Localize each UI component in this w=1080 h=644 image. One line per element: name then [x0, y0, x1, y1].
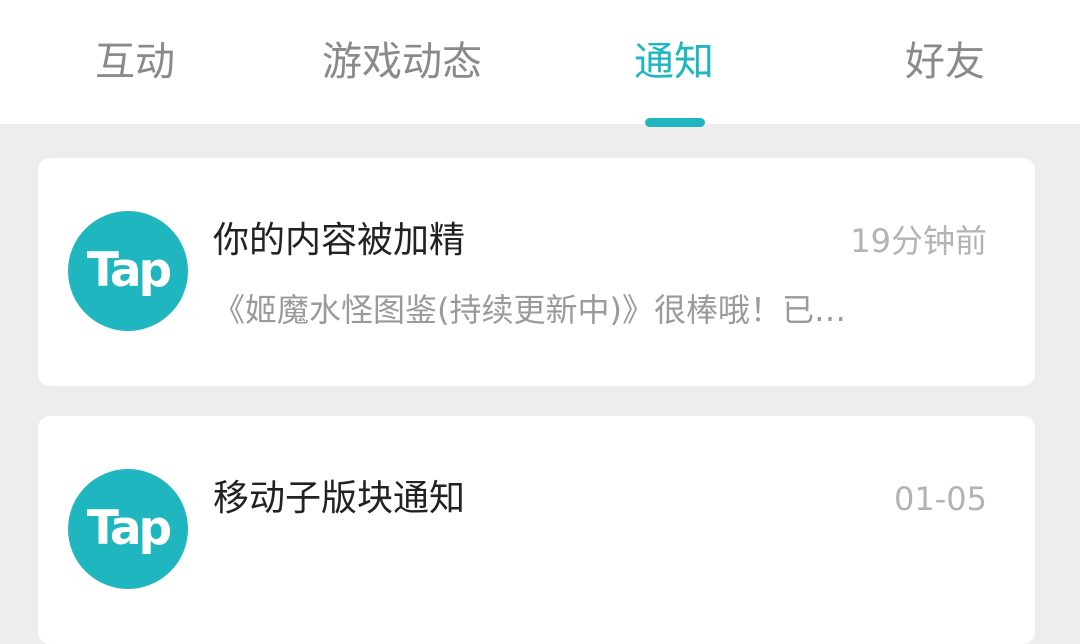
notification-card[interactable]: Tap 你的内容被加精 19分钟前 《姬魔水怪图鉴(持续更新中)》很棒哦！已… — [38, 158, 1035, 386]
tab-friends[interactable]: 好友 — [905, 36, 985, 88]
active-tab-indicator — [645, 118, 705, 127]
notification-time: 01-05 — [894, 480, 987, 518]
notification-title: 你的内容被加精 — [213, 220, 466, 261]
tap-avatar-icon: Tap — [68, 469, 188, 589]
notification-preview: 《姬魔水怪图鉴(持续更新中)》很棒哦！已… — [213, 291, 846, 329]
tab-notifications[interactable]: 通知 — [634, 36, 714, 88]
tab-interaction[interactable]: 互动 — [95, 36, 175, 88]
notification-time: 19分钟前 — [850, 222, 987, 260]
tap-avatar-icon: Tap — [68, 211, 188, 331]
tab-game-updates[interactable]: 游戏动态 — [322, 36, 482, 88]
notification-card[interactable]: Tap 移动子版块通知 01-05 — [38, 416, 1035, 644]
tab-bar: 互动 游戏动态 通知 好友 — [0, 0, 1080, 127]
notification-title: 移动子版块通知 — [213, 478, 466, 519]
